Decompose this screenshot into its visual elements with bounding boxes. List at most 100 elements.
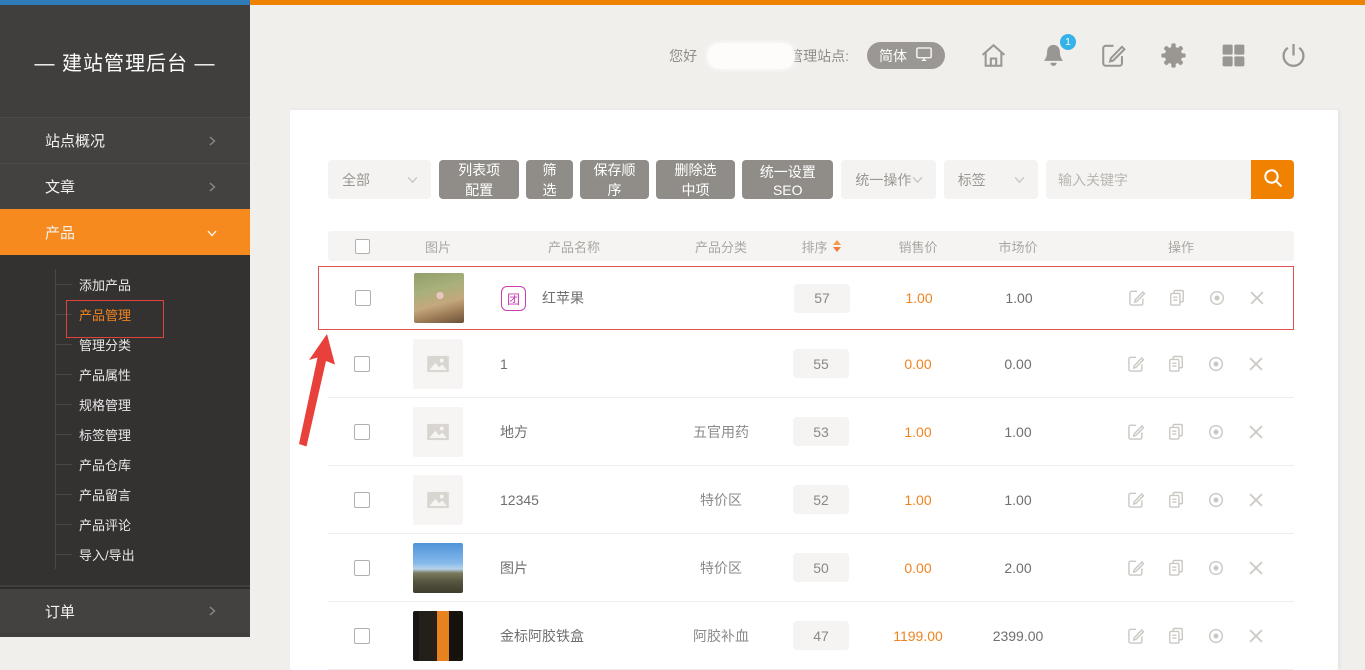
batch-seo-button[interactable]: 统一设置SEO xyxy=(742,160,833,199)
row-checkbox[interactable] xyxy=(354,628,370,644)
submenu-item-spec-management[interactable]: 规格管理 xyxy=(56,389,250,419)
edit-icon[interactable] xyxy=(1126,490,1146,510)
edit-icon[interactable] xyxy=(1126,354,1146,374)
sidebar-item-orders[interactable]: 订单 xyxy=(0,587,250,633)
submenu-item-import-export[interactable]: 导入/导出 xyxy=(56,539,250,569)
list-config-button[interactable]: 列表项配置 xyxy=(439,160,518,199)
tag-dropdown[interactable]: 标签 xyxy=(944,160,1038,199)
sort-value-field[interactable]: 52 xyxy=(793,485,849,514)
submenu-item-product-reviews[interactable]: 产品评论 xyxy=(56,509,250,539)
market-price: 2.00 xyxy=(968,560,1068,576)
submenu-item-manage-categories[interactable]: 管理分类 xyxy=(56,329,250,359)
delete-x-icon[interactable] xyxy=(1246,354,1266,374)
product-image-placeholder[interactable] xyxy=(413,407,463,457)
save-order-button[interactable]: 保存顺序 xyxy=(580,160,649,199)
product-image-placeholder[interactable] xyxy=(413,339,463,389)
submenu-item-product-management[interactable]: 产品管理 xyxy=(56,299,250,329)
preview-eye-icon[interactable] xyxy=(1206,354,1226,374)
chevron-down-icon xyxy=(406,173,419,186)
copy-icon[interactable] xyxy=(1166,422,1186,442)
sidebar-item-label: 站点概况 xyxy=(45,130,105,151)
notifications-icon[interactable]: 1 xyxy=(1039,41,1068,70)
row-checkbox[interactable] xyxy=(354,560,370,576)
sort-label: 排序 xyxy=(801,237,827,256)
row-checkbox[interactable] xyxy=(354,492,370,508)
sort-value-field[interactable]: 53 xyxy=(793,417,849,446)
submenu-item-product-messages[interactable]: 产品留言 xyxy=(56,479,250,509)
edit-icon[interactable] xyxy=(1127,288,1147,308)
language-switch-button[interactable]: 简体 xyxy=(867,42,945,69)
submenu-label: 标签管理 xyxy=(79,425,131,444)
table-row: 团 红苹果 57 1.00 1.00 xyxy=(318,266,1294,330)
product-image[interactable] xyxy=(414,273,464,323)
notification-badge: 1 xyxy=(1060,34,1076,50)
preview-eye-icon[interactable] xyxy=(1206,490,1226,510)
settings-gear-icon[interactable] xyxy=(1159,41,1188,70)
product-image[interactable] xyxy=(413,611,463,661)
submenu-item-product-warehouse[interactable]: 产品仓库 xyxy=(56,449,250,479)
delete-x-icon[interactable] xyxy=(1246,626,1266,646)
chevron-down-icon xyxy=(206,227,218,239)
search-icon xyxy=(1261,166,1285,193)
home-icon[interactable] xyxy=(979,41,1008,70)
tag-dropdown-label: 标签 xyxy=(958,170,986,190)
submenu-label: 产品留言 xyxy=(79,485,131,504)
edit-icon[interactable] xyxy=(1126,422,1146,442)
row-checkbox[interactable] xyxy=(355,290,371,306)
apps-grid-icon[interactable] xyxy=(1219,41,1248,70)
submenu-item-tag-management[interactable]: 标签管理 xyxy=(56,419,250,449)
copy-icon[interactable] xyxy=(1167,288,1187,308)
chevron-right-icon xyxy=(206,181,218,193)
delete-x-icon[interactable] xyxy=(1246,422,1266,442)
main-panel: 全部 列表项配置 筛选 保存顺序 删除选中项 统一设置SEO 统一操作 标签 xyxy=(290,110,1338,670)
product-name[interactable]: 地方 xyxy=(500,422,528,442)
sort-value-field[interactable]: 50 xyxy=(793,553,849,582)
edit-icon[interactable] xyxy=(1099,41,1128,70)
search-button[interactable] xyxy=(1251,160,1294,199)
sort-value-field[interactable]: 55 xyxy=(793,349,849,378)
batch-operation-dropdown[interactable]: 统一操作 xyxy=(841,160,935,199)
preview-eye-icon[interactable] xyxy=(1207,288,1227,308)
row-checkbox[interactable] xyxy=(354,356,370,372)
filter-button[interactable]: 筛选 xyxy=(526,160,573,199)
sidebar-item-site-overview[interactable]: 站点概况 xyxy=(0,117,250,163)
copy-icon[interactable] xyxy=(1166,558,1186,578)
sale-price: 1199.00 xyxy=(868,628,968,644)
product-image-placeholder[interactable] xyxy=(413,475,463,525)
copy-icon[interactable] xyxy=(1166,490,1186,510)
submenu-item-add-product[interactable]: 添加产品 xyxy=(56,269,250,299)
edit-icon[interactable] xyxy=(1126,626,1146,646)
delete-x-icon[interactable] xyxy=(1246,558,1266,578)
preview-eye-icon[interactable] xyxy=(1206,626,1226,646)
search-input[interactable] xyxy=(1046,160,1251,199)
product-name[interactable]: 12345 xyxy=(500,492,539,508)
sidebar-item-articles[interactable]: 文章 xyxy=(0,163,250,209)
product-name[interactable]: 1 xyxy=(500,356,508,372)
delete-x-icon[interactable] xyxy=(1247,288,1267,308)
copy-icon[interactable] xyxy=(1166,354,1186,374)
preview-eye-icon[interactable] xyxy=(1206,558,1226,578)
batch-operation-label: 统一操作 xyxy=(855,170,911,190)
product-name[interactable]: 红苹果 xyxy=(542,288,584,308)
delete-selected-button[interactable]: 删除选中项 xyxy=(656,160,735,199)
filter-all-dropdown[interactable]: 全部 xyxy=(328,160,431,199)
product-image[interactable] xyxy=(413,543,463,593)
col-header-sort[interactable]: 排序 xyxy=(774,237,868,256)
product-name[interactable]: 图片 xyxy=(500,558,528,578)
row-checkbox[interactable] xyxy=(354,424,370,440)
market-price: 0.00 xyxy=(968,356,1068,372)
sidebar-item-products[interactable]: 产品 xyxy=(0,209,250,255)
copy-icon[interactable] xyxy=(1166,626,1186,646)
col-header-price: 销售价 xyxy=(868,237,968,256)
submenu-item-product-attributes[interactable]: 产品属性 xyxy=(56,359,250,389)
preview-eye-icon[interactable] xyxy=(1206,422,1226,442)
select-all-checkbox[interactable] xyxy=(355,239,370,254)
sort-value-field[interactable]: 57 xyxy=(794,284,850,313)
sale-price: 0.00 xyxy=(868,356,968,372)
product-name[interactable]: 金标阿胶铁盒 xyxy=(500,626,584,646)
logout-power-icon[interactable] xyxy=(1279,41,1308,70)
delete-x-icon[interactable] xyxy=(1246,490,1266,510)
edit-icon[interactable] xyxy=(1126,558,1146,578)
sort-value-field[interactable]: 47 xyxy=(793,621,849,650)
chevron-right-icon xyxy=(206,605,218,617)
